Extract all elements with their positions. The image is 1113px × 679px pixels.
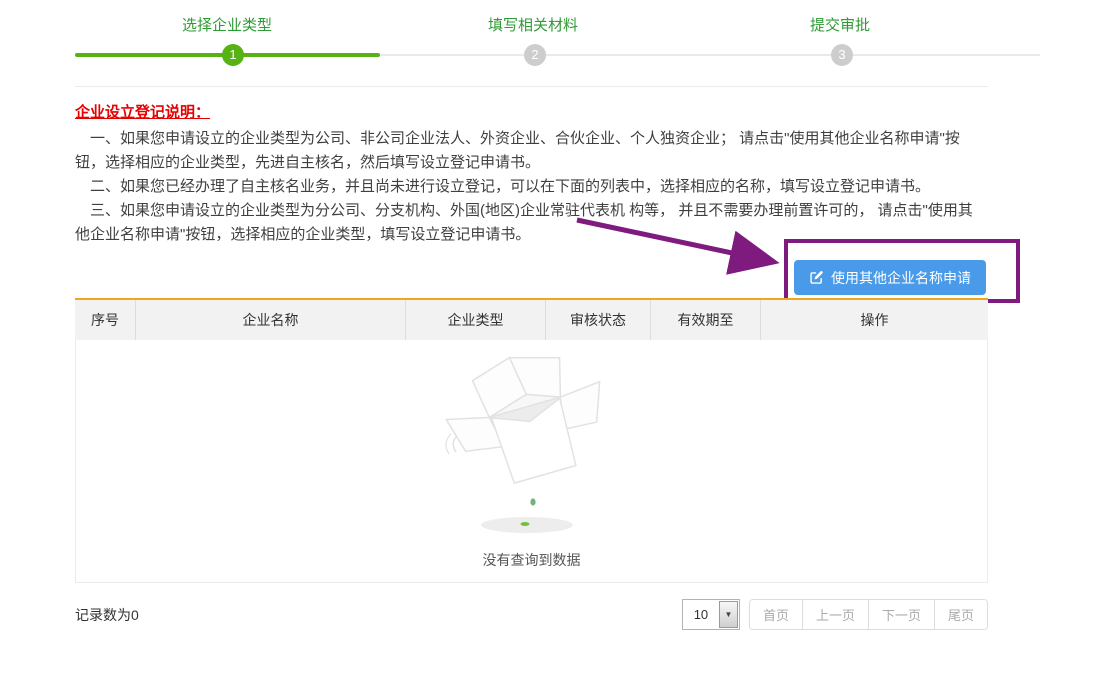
column-header-valid-until: 有效期至 [650, 300, 760, 340]
empty-state-text: 没有查询到数据 [483, 550, 581, 570]
column-header-name: 企业名称 [135, 300, 405, 340]
pager-button-group: 首页 上一页 下一页 尾页 [749, 599, 988, 630]
last-page-button[interactable]: 尾页 [934, 600, 987, 629]
step-label-select-type: 选择企业类型 [182, 14, 272, 35]
step-circle-3: 3 [831, 44, 853, 66]
step-label-fill-materials: 填写相关材料 [488, 14, 578, 35]
step-circle-1: 1 [222, 44, 244, 66]
step-circle-2: 2 [524, 44, 546, 66]
column-header-type: 企业类型 [405, 300, 545, 340]
record-count-label: 记录数为0 [75, 605, 139, 625]
apply-other-name-button-label: 使用其他企业名称申请 [831, 268, 971, 288]
notice-paragraph-1: 一、如果您申请设立的企业类型为公司、非公司企业法人、外资企业、合伙企业、个人独资… [75, 127, 987, 175]
section-divider [75, 86, 988, 87]
edit-square-icon [809, 270, 824, 285]
column-header-index: 序号 [75, 300, 135, 340]
registration-notice: 企业设立登记说明： 一、如果您申请设立的企业类型为公司、非公司企业法人、外资企业… [75, 101, 987, 247]
step-label-submit-approval: 提交审批 [810, 14, 870, 35]
apply-other-name-button[interactable]: 使用其他企业名称申请 [794, 260, 986, 295]
table-footer: 记录数为0 10 ▼ 首页 上一页 下一页 尾页 [75, 597, 988, 633]
enterprise-registration-page: 选择企业类型 填写相关材料 提交审批 1 2 3 企业设立登记说明： 一、如果您… [0, 0, 1113, 679]
first-page-button[interactable]: 首页 [750, 600, 802, 629]
notice-paragraph-3: 三、如果您申请设立的企业类型为分公司、分支机构、外国(地区)企业常驻代表机 构等… [75, 199, 987, 247]
chevron-down-icon: ▼ [719, 601, 738, 628]
column-header-status: 审核状态 [545, 300, 650, 340]
open-box-icon [427, 350, 637, 548]
name-list-table: 序号 企业名称 企业类型 审核状态 有效期至 操作 [75, 298, 988, 583]
table-body-empty-state: 没有查询到数据 [75, 340, 988, 583]
table-header-row: 序号 企业名称 企业类型 审核状态 有效期至 操作 [75, 300, 988, 340]
column-header-operation: 操作 [760, 300, 988, 340]
notice-title: 企业设立登记说明： [75, 101, 987, 122]
page-size-select[interactable]: 10 ▼ [682, 599, 740, 630]
next-page-button[interactable]: 下一页 [868, 600, 934, 629]
page-size-value: 10 [683, 607, 719, 622]
pagination-controls: 10 ▼ 首页 上一页 下一页 尾页 [682, 599, 988, 630]
notice-paragraph-2: 二、如果您已经办理了自主核名业务，并且尚未进行设立登记，可以在下面的列表中，选择… [75, 175, 987, 199]
prev-page-button[interactable]: 上一页 [802, 600, 868, 629]
